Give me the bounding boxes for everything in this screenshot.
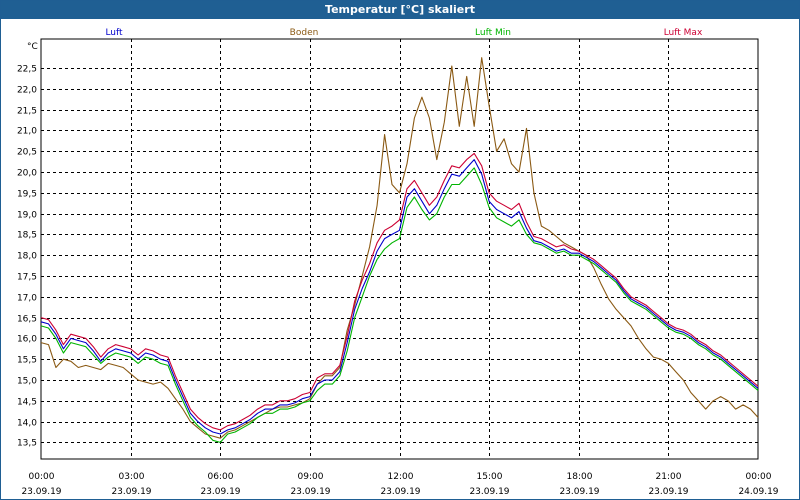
temperature-chart: °C 13,5 14,0 14,5 15,0 15,5 16,0 16,5 17,0 17,5 1… bbox=[17, 28, 779, 497]
x-tick-date: 23.09.19 bbox=[380, 487, 420, 497]
x-tick-time: 06:00 bbox=[208, 472, 234, 482]
x-tick-date: 23.09.19 bbox=[290, 487, 330, 497]
y-tick-label: 17,0 bbox=[17, 294, 37, 304]
y-tick-label: 20,0 bbox=[17, 169, 37, 179]
x-tick-time: 18:00 bbox=[567, 472, 593, 482]
y-tick-label: 16,0 bbox=[17, 335, 37, 345]
y-tick-label: 19,0 bbox=[17, 211, 37, 221]
y-tick-label: 21,5 bbox=[17, 107, 37, 117]
y-tick-label: 13,5 bbox=[17, 439, 37, 449]
y-tick-label: 14,5 bbox=[17, 398, 37, 408]
y-axis-label: °C bbox=[27, 42, 38, 52]
legend-item-luft-min: Luft Min bbox=[475, 28, 511, 38]
y-tick-label: 22,0 bbox=[17, 86, 37, 96]
plot-area bbox=[40, 38, 759, 460]
x-tick-date: 23.09.19 bbox=[559, 487, 599, 497]
x-tick-date: 23.09.19 bbox=[21, 487, 61, 497]
x-tick-time: 15:00 bbox=[477, 472, 503, 482]
x-tick-time: 00:00 bbox=[746, 472, 772, 482]
x-tick-date: 23.09.19 bbox=[648, 487, 688, 497]
y-tick-label: 14,0 bbox=[17, 419, 37, 429]
x-tick-date: 24.09.19 bbox=[738, 487, 778, 497]
y-tick-label: 22,5 bbox=[17, 65, 37, 75]
y-tick-label: 15,5 bbox=[17, 356, 37, 366]
y-tick-label: 16,5 bbox=[17, 315, 37, 325]
x-tick-date: 23.09.19 bbox=[469, 487, 509, 497]
x-tick-date: 23.09.19 bbox=[200, 487, 240, 497]
legend-item-luft: Luft bbox=[105, 28, 123, 38]
y-tick-label: 21,0 bbox=[17, 127, 37, 137]
legend-item-boden: Boden bbox=[290, 28, 319, 38]
x-tick-date: 23.09.19 bbox=[111, 487, 151, 497]
x-tick-time: 21:00 bbox=[656, 472, 682, 482]
app-window: Temperatur [°C] skaliert °C 13,5 14,0 14,5… bbox=[0, 0, 800, 500]
y-tick-label: 17,5 bbox=[17, 273, 37, 283]
x-tick-time: 09:00 bbox=[298, 472, 324, 482]
y-tick-label: 19,5 bbox=[17, 190, 37, 200]
legend-item-luft-max: Luft Max bbox=[664, 28, 703, 38]
y-tick-label: 20,5 bbox=[17, 148, 37, 158]
y-tick-label: 18,0 bbox=[17, 252, 37, 262]
x-tick-time: 12:00 bbox=[388, 472, 414, 482]
y-tick-label: 15,0 bbox=[17, 377, 37, 387]
y-tick-label: 18,5 bbox=[17, 231, 37, 241]
x-tick-time: 03:00 bbox=[119, 472, 145, 482]
x-tick-time: 00:00 bbox=[29, 472, 55, 482]
